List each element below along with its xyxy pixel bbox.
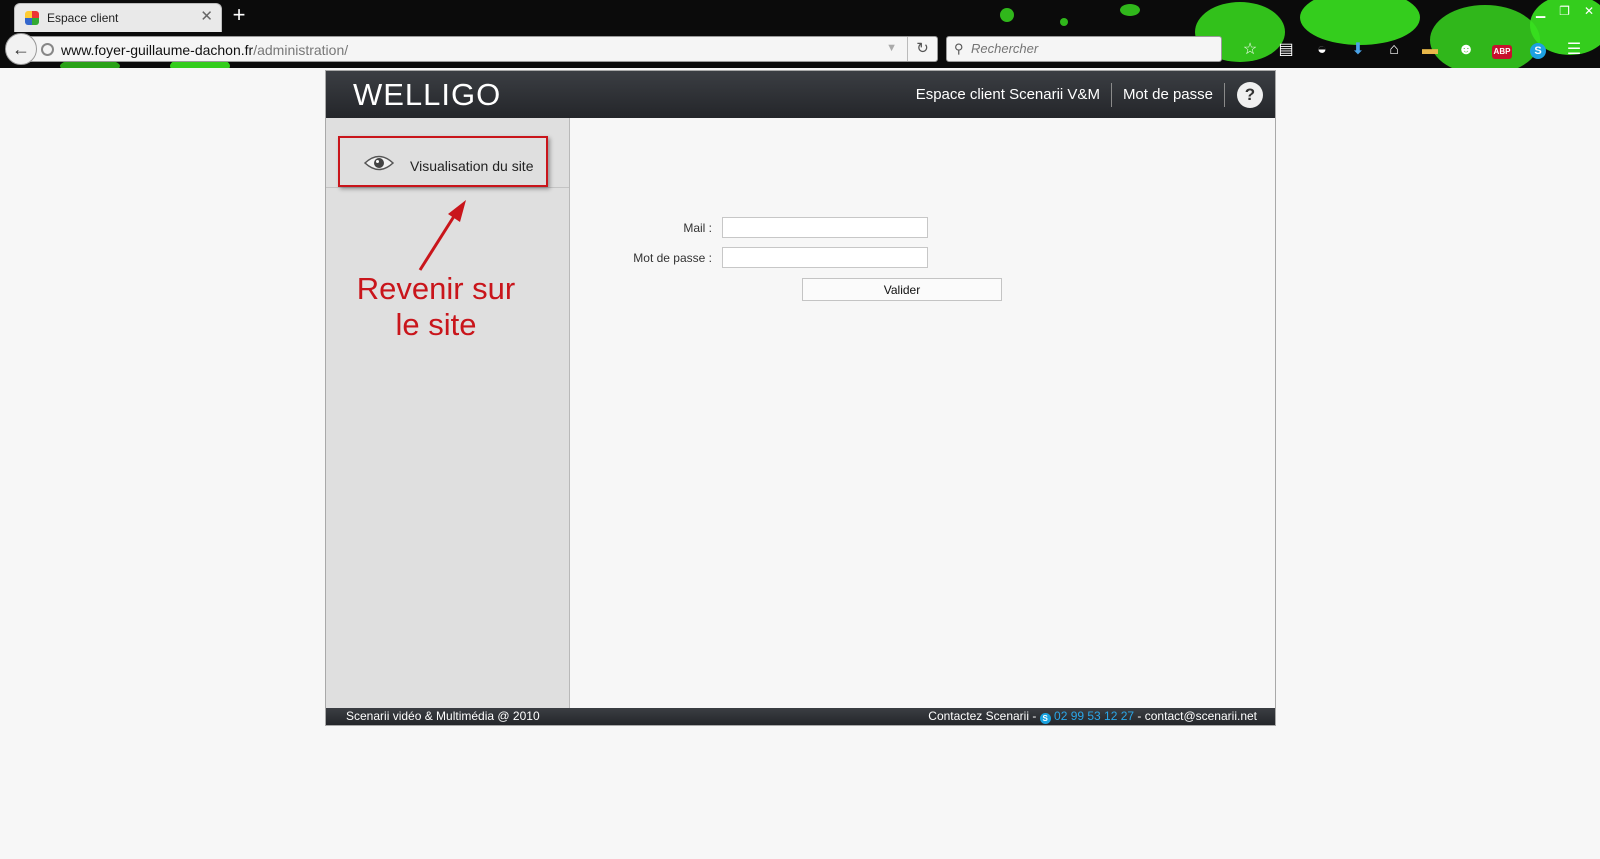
browser-chrome: Espace client ✕ + ▁ ❐ ✕ www.foyer-guilla… bbox=[0, 0, 1600, 68]
footer-email[interactable]: - contact@scenarii.net bbox=[1134, 709, 1257, 723]
welligo-logo[interactable]: WELLIGO bbox=[353, 77, 501, 113]
history-dropdown-icon[interactable]: ▼ bbox=[886, 42, 897, 54]
top-navigation: Espace client Scenarii V&M Mot de passe … bbox=[905, 71, 1275, 118]
mail-row: Mail : bbox=[570, 217, 928, 238]
nav-password[interactable]: Mot de passe bbox=[1112, 82, 1225, 107]
app-window: WELLIGO Espace client Scenarii V&M Mot d… bbox=[325, 70, 1276, 726]
new-tab-button[interactable]: + bbox=[229, 3, 249, 27]
search-bar[interactable]: ⚲ bbox=[946, 36, 1222, 62]
nav-espace-client[interactable]: Espace client Scenarii V&M bbox=[905, 82, 1112, 107]
footer-contact-prefix: Contactez Scenarii - bbox=[928, 709, 1040, 723]
folder-icon[interactable]: ▬ bbox=[1412, 38, 1448, 62]
back-button[interactable]: ← bbox=[5, 33, 37, 65]
password-field[interactable] bbox=[722, 247, 928, 268]
search-input[interactable] bbox=[971, 41, 1211, 56]
app-header: WELLIGO Espace client Scenarii V&M Mot d… bbox=[326, 71, 1275, 118]
sidebar: Visualisation du site Revenir sur le sit… bbox=[326, 118, 570, 708]
adblock-label: ABP bbox=[1491, 45, 1513, 59]
mail-field[interactable] bbox=[722, 217, 928, 238]
menu-icon[interactable]: ☰ bbox=[1556, 38, 1592, 62]
app-footer: Scenarii vidéo & Multimédia @ 2010 Conta… bbox=[326, 708, 1275, 725]
download-icon[interactable]: ⬇ bbox=[1340, 38, 1376, 62]
site-favicon-icon bbox=[25, 11, 39, 25]
minimize-icon[interactable]: ▁ bbox=[1536, 4, 1545, 18]
address-bar[interactable]: www.foyer-guillaume-dachon.fr/administra… bbox=[30, 36, 938, 62]
navigation-toolbar: www.foyer-guillaume-dachon.fr/administra… bbox=[0, 32, 1600, 68]
restore-icon[interactable]: ❐ bbox=[1559, 4, 1570, 18]
window-controls: ▁ ❐ ✕ bbox=[1536, 4, 1594, 18]
globe-icon bbox=[41, 43, 54, 56]
mail-label: Mail : bbox=[683, 220, 712, 235]
close-window-icon[interactable]: ✕ bbox=[1584, 4, 1594, 18]
tab-strip: Espace client ✕ + ▁ ❐ ✕ bbox=[0, 0, 1600, 32]
url-domain: www.foyer-guillaume-dachon.fr bbox=[61, 42, 254, 58]
password-row: Mot de passe : bbox=[570, 247, 928, 268]
help-icon[interactable]: ? bbox=[1237, 81, 1263, 108]
url-path: /administration/ bbox=[253, 42, 349, 58]
annotation-line-1: Revenir sur bbox=[356, 271, 516, 306]
skype-icon: S bbox=[1039, 713, 1051, 724]
skype-icon[interactable]: S bbox=[1520, 38, 1556, 62]
close-tab-icon[interactable]: ✕ bbox=[200, 8, 213, 26]
home-icon[interactable]: ⌂ bbox=[1376, 38, 1412, 62]
star-icon[interactable]: ☆ bbox=[1232, 38, 1268, 62]
search-icon: ⚲ bbox=[954, 41, 964, 56]
pocket-icon[interactable]: ◒ bbox=[1304, 38, 1340, 62]
validate-button[interactable]: Valider bbox=[802, 278, 1002, 301]
footer-contact: Contactez Scenarii - S 02 99 53 12 27 - … bbox=[928, 709, 1257, 724]
skype-label: S bbox=[1530, 43, 1546, 59]
reload-icon[interactable]: ↻ bbox=[907, 37, 937, 61]
annotation-line-2: le site bbox=[395, 307, 477, 342]
reading-list-icon[interactable]: ▤ bbox=[1268, 38, 1304, 62]
adblock-icon[interactable]: ABP bbox=[1484, 38, 1520, 62]
footer-phone[interactable]: 02 99 53 12 27 bbox=[1054, 709, 1134, 723]
annotation-arrow-icon bbox=[418, 200, 466, 271]
footer-copyright: Scenarii vidéo & Multimédia @ 2010 bbox=[346, 709, 540, 723]
emoji-icon[interactable]: ☻ bbox=[1448, 38, 1484, 62]
login-content: Mail : Mot de passe : Valider bbox=[570, 118, 1275, 708]
url-text[interactable]: www.foyer-guillaume-dachon.fr/administra… bbox=[61, 42, 348, 58]
annotation-text: Revenir sur le site bbox=[336, 271, 536, 343]
password-label: Mot de passe : bbox=[633, 250, 712, 265]
browser-tab[interactable]: Espace client ✕ bbox=[14, 3, 222, 32]
tab-title: Espace client bbox=[47, 11, 119, 25]
annotation-highlight-box bbox=[338, 136, 548, 187]
toolbar-icons: ☆ ▤ ◒ ⬇ ⌂ ▬ ☻ ABP S ☰ bbox=[1232, 38, 1592, 62]
